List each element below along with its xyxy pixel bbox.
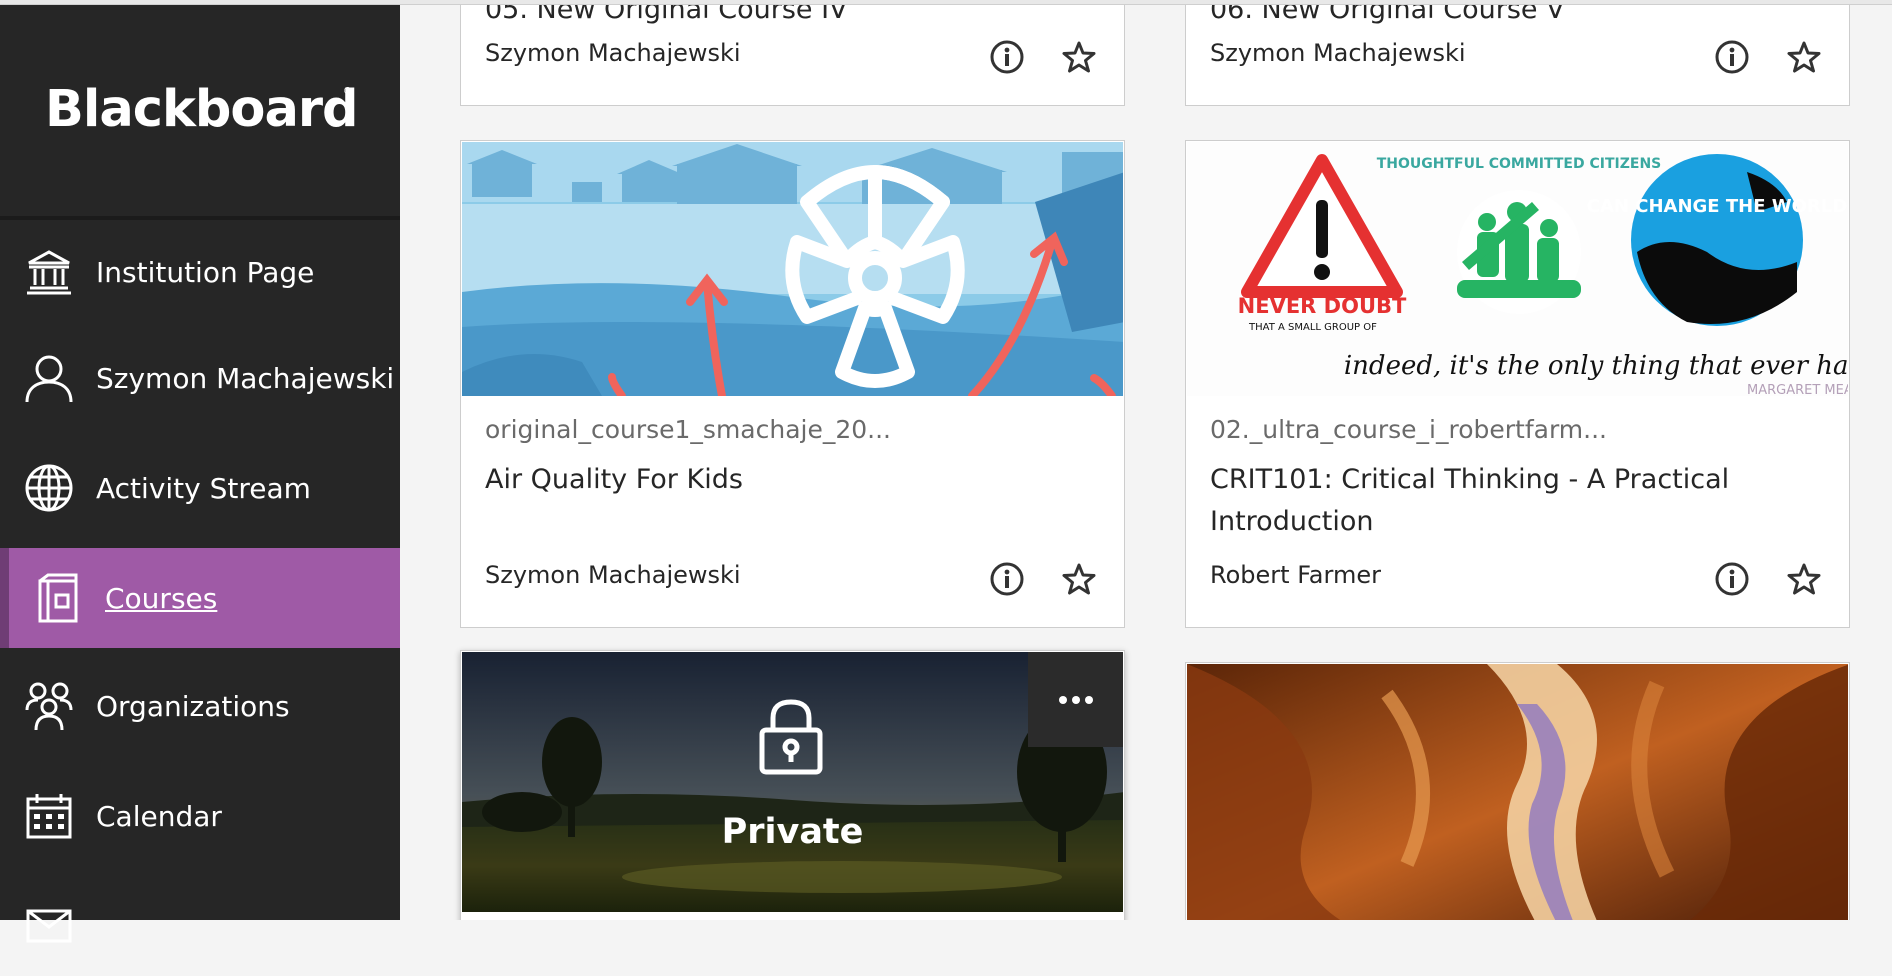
nav-item-profile[interactable]: Szymon Machajewski (0, 328, 400, 428)
globe-icon (22, 461, 76, 515)
image-text-citizens: THOUGHTFUL COMMITTED CITIZENS (1377, 156, 1662, 172)
image-text-never-doubt: NEVER DOUBT (1238, 294, 1407, 318)
nav-label: Activity Stream (96, 471, 311, 505)
course-title[interactable]: 05. New Original Course IV (485, 4, 1084, 31)
favorite-button[interactable] (1782, 557, 1826, 601)
info-icon (1715, 562, 1749, 596)
course-image[interactable] (462, 142, 1123, 396)
course-card[interactable]: original_course1_smachaje_20... Air Qual… (460, 140, 1125, 628)
blackboard-logo[interactable]: Blackboard (45, 80, 359, 139)
brand-header: Blackboard ® (0, 4, 400, 220)
course-instructor: Robert Farmer (1210, 561, 1381, 589)
organizations-icon (22, 679, 76, 733)
star-icon (1787, 41, 1821, 73)
info-icon (1715, 40, 1749, 74)
course-title[interactable]: CRIT101: Critical Thinking - A Practical… (1210, 459, 1809, 543)
institution-icon (22, 245, 76, 299)
private-status: Private (721, 812, 864, 852)
star-icon (1062, 41, 1096, 73)
image-text-change-world: CAN CHANGE THE WORLD (1587, 196, 1847, 217)
course-card-private[interactable]: Private (460, 650, 1125, 920)
course-grid: 05. New Original Course IV Szymon Machaj… (400, 4, 1892, 920)
favorite-button[interactable] (1057, 35, 1101, 79)
info-button[interactable] (985, 35, 1029, 79)
course-card[interactable] (1185, 662, 1850, 920)
mail-icon (22, 899, 76, 953)
course-instructor: Szymon Machajewski (485, 561, 741, 589)
more-dots-icon (1058, 695, 1093, 704)
course-image[interactable] (1187, 664, 1848, 920)
course-instructor: Szymon Machajewski (485, 39, 741, 67)
more-options-button[interactable] (1028, 652, 1123, 747)
sidebar: Blackboard ® Institution Page Szymon Mac… (0, 4, 400, 943)
lock-icon (756, 696, 826, 781)
image-text-small-group: THAT A SMALL GROUP OF (1248, 322, 1377, 333)
nav-label: Courses (105, 581, 218, 615)
course-title[interactable]: Air Quality For Kids (485, 459, 1084, 501)
course-image[interactable]: Private (462, 652, 1123, 912)
course-id: 02._ultra_course_i_robertfarm... (1210, 415, 1607, 444)
nav-item-partial[interactable] (0, 876, 400, 976)
courses-icon (31, 571, 85, 625)
course-id: original_course1_smachaje_20... (485, 415, 892, 444)
canyon-image (1187, 664, 1848, 920)
nav-label: Calendar (96, 799, 222, 833)
info-icon (990, 562, 1024, 596)
landscape-image (462, 652, 1123, 912)
course-title[interactable]: 06. New Original Course V (1210, 4, 1809, 31)
nav-item-calendar[interactable]: Calendar (0, 766, 400, 866)
image-text-quote: indeed, it's the only thing that ever ha… (1344, 351, 1848, 381)
info-button[interactable] (1710, 557, 1754, 601)
course-image[interactable]: NEVER DOUBT THAT A SMALL GROUP OF THOUGH… (1187, 142, 1848, 396)
star-icon (1062, 563, 1096, 595)
image-text-author: MARGARET MEAD (1747, 383, 1848, 396)
nav-item-organizations[interactable]: Organizations (0, 656, 400, 756)
critical-thinking-illustration: NEVER DOUBT THAT A SMALL GROUP OF THOUGH… (1187, 142, 1848, 396)
nav-label: Szymon Machajewski (96, 361, 395, 395)
air-quality-illustration (462, 142, 1123, 396)
browser-top-edge (0, 0, 1892, 5)
info-icon (990, 40, 1024, 74)
user-icon (22, 351, 76, 405)
calendar-icon (22, 789, 76, 843)
nav-label: Institution Page (96, 255, 315, 289)
course-card[interactable]: 06. New Original Course V Szymon Machaje… (1185, 4, 1850, 106)
course-instructor: Szymon Machajewski (1210, 39, 1466, 67)
registered-mark: ® (344, 86, 352, 97)
info-button[interactable] (985, 557, 1029, 601)
favorite-button[interactable] (1782, 35, 1826, 79)
course-card[interactable]: NEVER DOUBT THAT A SMALL GROUP OF THOUGH… (1185, 140, 1850, 628)
nav-item-institution-page[interactable]: Institution Page (0, 222, 400, 322)
info-button[interactable] (1710, 35, 1754, 79)
nav-item-courses[interactable]: Courses (0, 548, 400, 648)
nav-item-activity-stream[interactable]: Activity Stream (0, 438, 400, 538)
star-icon (1787, 563, 1821, 595)
favorite-button[interactable] (1057, 557, 1101, 601)
course-card[interactable]: 05. New Original Course IV Szymon Machaj… (460, 4, 1125, 106)
nav-label: Organizations (96, 689, 290, 723)
